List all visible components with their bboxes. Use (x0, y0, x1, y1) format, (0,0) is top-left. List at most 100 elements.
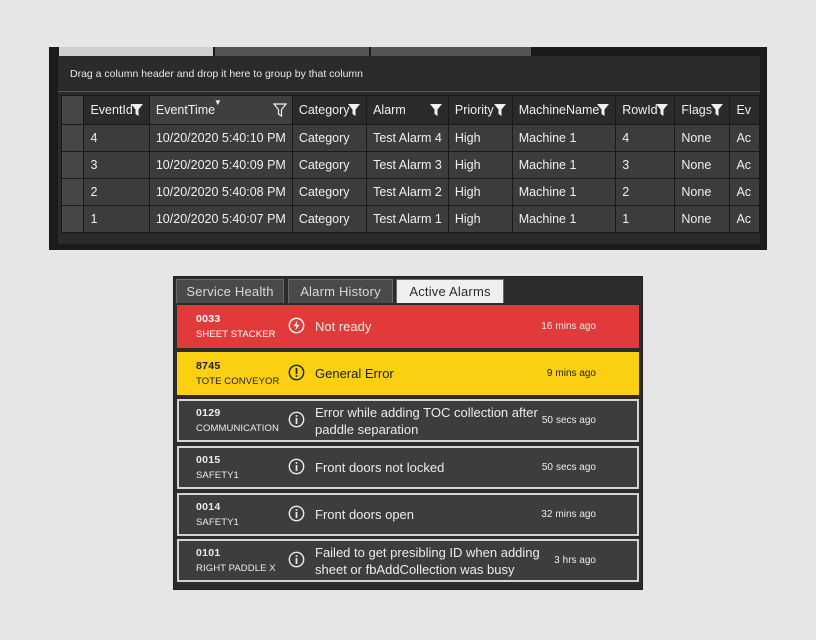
alarm-time-value: 50 (541, 462, 553, 473)
grid-tab-1[interactable] (59, 47, 213, 56)
table-cell-eventid[interactable]: 1 (83, 205, 150, 233)
filter-icon[interactable] (655, 103, 669, 117)
table-row[interactable]: 2 10/20/2020 5:40:08 PM Category Test Alarm… (60, 178, 760, 206)
alarm-source: SAFETY1 (196, 470, 239, 481)
alarm-message: Front doors not locked (315, 460, 445, 475)
alarm-time-unit: secs ago (555, 415, 596, 426)
table-cell-alarm[interactable]: Test Alarm 1 (366, 205, 449, 233)
alarm-item[interactable]: 0033 SHEET STACKER Not ready 16 mins ago (177, 305, 639, 348)
alarm-item[interactable]: 0015 SAFETY1 Front doors not locked 50 secs … (177, 446, 639, 489)
table-cell-alarm[interactable]: Test Alarm 2 (366, 178, 449, 206)
row-selector[interactable] (60, 205, 85, 233)
table-cell-category[interactable]: Category (291, 151, 368, 179)
alarm-message: Front doors open (315, 507, 415, 522)
grid-tab-strip (49, 47, 767, 56)
column-label: Priority (454, 103, 494, 117)
column-header-rowid[interactable]: RowId (615, 95, 676, 125)
filter-icon[interactable] (493, 103, 507, 117)
column-label: Category (298, 103, 350, 117)
table-cell-category[interactable]: Category (291, 205, 368, 233)
row-selector[interactable] (60, 178, 85, 206)
table-cell-flags[interactable]: None (674, 178, 731, 206)
alarm-item[interactable]: 0014 SAFETY1 Front doors open 32 mins ago (177, 493, 639, 536)
alarms-tab-strip: Service Health Alarm History Active Alar… (174, 277, 642, 303)
table-cell-rowid[interactable]: 1 (615, 205, 676, 233)
table-cell-eventid[interactable]: 2 (83, 178, 150, 206)
row-selector[interactable] (60, 124, 85, 152)
table-cell-ev[interactable]: Ac (729, 178, 760, 206)
table-cell-machinename[interactable]: Machine 1 (511, 151, 617, 179)
table-cell-eventtime[interactable]: 10/20/2020 5:40:07 PM (148, 205, 293, 233)
table-cell-eventid[interactable]: 3 (83, 151, 150, 179)
grid-tab-3[interactable] (371, 47, 531, 56)
table-cell-machinename[interactable]: Machine 1 (511, 178, 617, 206)
filter-icon[interactable] (710, 103, 724, 117)
row-selector-header (60, 95, 85, 125)
table-row[interactable]: 1 10/20/2020 5:40:07 PM Category Test Alarm… (60, 205, 760, 233)
alarm-item[interactable]: 0129 COMMUNICATION Error while adding TOC … (177, 399, 639, 442)
table-cell-rowid[interactable]: 2 (615, 178, 676, 206)
alarm-source: TOTE CONVEYOR (196, 376, 280, 387)
column-header-flags[interactable]: Flags (674, 95, 731, 125)
filter-icon[interactable] (596, 103, 610, 117)
table-cell-priority[interactable]: High (447, 205, 513, 233)
alarm-code: 8745 (196, 360, 221, 372)
table-cell-flags[interactable]: None (674, 124, 731, 152)
alarm-message: Failed to get presibling ID when adding … (315, 544, 540, 577)
table-cell-flags[interactable]: None (674, 205, 731, 233)
filter-icon[interactable] (130, 103, 144, 117)
column-header-priority[interactable]: Priority (447, 95, 513, 125)
column-header-ev[interactable]: Ev (729, 95, 760, 125)
table-cell-ev[interactable]: Ac (729, 205, 760, 233)
info-icon (288, 505, 305, 522)
alarm-time-unit: mins ago (555, 321, 596, 332)
column-header-eventid[interactable]: EventId (83, 95, 150, 125)
alarm-code: 0033 (196, 313, 221, 325)
table-cell-category[interactable]: Category (291, 178, 368, 206)
exclamation-icon (288, 364, 305, 381)
tab-active-alarms[interactable]: Active Alarms (396, 279, 504, 303)
alarm-time-unit: mins ago (555, 368, 596, 379)
tab-alarm-history[interactable]: Alarm History (288, 279, 393, 303)
table-cell-priority[interactable]: High (447, 151, 513, 179)
table-row[interactable]: 4 10/20/2020 5:40:10 PM Category Test Alarm… (60, 124, 760, 152)
table-cell-alarm[interactable]: Test Alarm 4 (366, 124, 449, 152)
table-cell-ev[interactable]: Ac (729, 151, 760, 179)
alarm-time-value: 50 (541, 415, 553, 426)
table-cell-eventid[interactable]: 4 (83, 124, 150, 152)
table-cell-ev[interactable]: Ac (729, 124, 760, 152)
alarms-panel: Service Health Alarm History Active Alar… (173, 276, 643, 590)
alarm-item[interactable]: 8745 TOTE CONVEYOR General Error 9 mins ago (177, 352, 639, 395)
column-header-alarm[interactable]: Alarm (366, 95, 449, 125)
table-cell-eventtime[interactable]: 10/20/2020 5:40:08 PM (148, 178, 293, 206)
table-cell-priority[interactable]: High (447, 124, 513, 152)
table-cell-machinename[interactable]: Machine 1 (511, 124, 617, 152)
table-cell-flags[interactable]: None (674, 151, 731, 179)
alarm-time-unit: mins ago (555, 509, 596, 520)
table-cell-eventtime[interactable]: 10/20/2020 5:40:10 PM (148, 124, 293, 152)
table-cell-machinename[interactable]: Machine 1 (511, 205, 617, 233)
alarm-item[interactable]: 0101 RIGHT PADDLE X Failed to get presibli… (177, 539, 639, 582)
filter-icon[interactable] (272, 103, 287, 117)
tab-service-health[interactable]: Service Health (176, 279, 284, 303)
table-header-row: EventId ▼ EventTime Category Alarm Priori… (60, 95, 760, 125)
group-by-drop-zone[interactable]: Drag a column header and drop it here to… (58, 56, 760, 92)
row-selector[interactable] (60, 151, 85, 179)
column-header-eventtime[interactable]: ▼ EventTime (148, 95, 293, 125)
table-cell-category[interactable]: Category (291, 124, 368, 152)
filter-icon[interactable] (347, 103, 361, 117)
column-label: EventTime (155, 103, 216, 117)
table-cell-alarm[interactable]: Test Alarm 3 (366, 151, 449, 179)
column-header-category[interactable]: Category (291, 95, 368, 125)
grid-tab-2[interactable] (215, 47, 369, 56)
table-cell-rowid[interactable]: 4 (615, 124, 676, 152)
table-cell-priority[interactable]: High (447, 178, 513, 206)
table-cell-eventtime[interactable]: 10/20/2020 5:40:09 PM (148, 151, 293, 179)
column-label: Alarm (373, 103, 406, 117)
alarm-time-unit: hrs ago (562, 555, 596, 566)
alarm-time-value: 32 (541, 509, 553, 520)
column-header-machinename[interactable]: MachineName (511, 95, 617, 125)
table-row[interactable]: 3 10/20/2020 5:40:09 PM Category Test Alarm… (60, 151, 760, 179)
table-cell-rowid[interactable]: 3 (615, 151, 676, 179)
filter-icon[interactable] (429, 103, 443, 117)
